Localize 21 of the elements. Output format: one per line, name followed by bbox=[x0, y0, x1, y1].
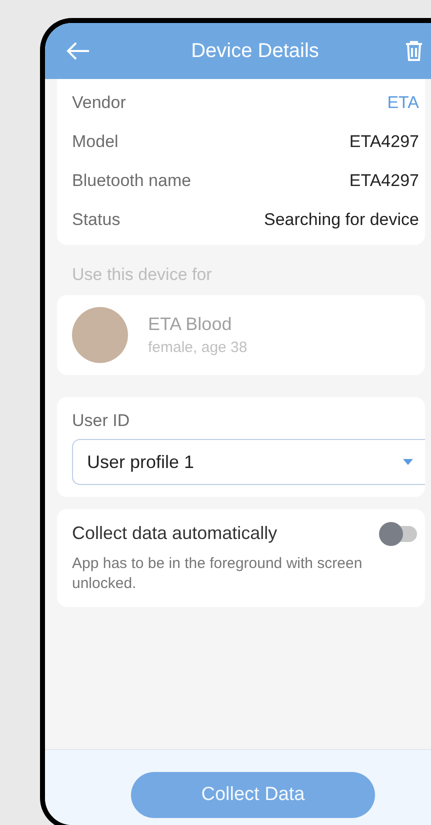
detail-value: Searching for device bbox=[264, 210, 419, 230]
detail-label: Bluetooth name bbox=[72, 170, 192, 190]
profile-details: female, age 38 bbox=[148, 339, 248, 356]
detail-label: Model bbox=[72, 132, 118, 152]
back-arrow-icon[interactable] bbox=[65, 41, 91, 61]
section-label: Use this device for bbox=[72, 265, 213, 285]
dropdown-caret-icon bbox=[403, 459, 413, 465]
setting-title: Collect data automatically bbox=[72, 523, 278, 544]
detail-value: ETA4297 bbox=[349, 132, 419, 152]
detail-value: ETA4297 bbox=[349, 170, 419, 190]
profile-name: ETA Blood bbox=[148, 314, 233, 335]
field-label: User ID bbox=[72, 411, 131, 431]
user-id-dropdown[interactable]: User profile 1 bbox=[72, 439, 425, 485]
screen-title: Device Details bbox=[190, 40, 320, 62]
detail-label: Vendor bbox=[72, 92, 126, 112]
trash-icon[interactable] bbox=[405, 40, 423, 62]
collect-data-button[interactable]: Collect Data bbox=[131, 772, 375, 818]
setting-description: App has to be in the foreground with screen unlocked. bbox=[72, 554, 364, 593]
profile-card[interactable]: ETA Blood female, age 38 bbox=[57, 295, 425, 375]
detail-label: Status bbox=[72, 210, 120, 230]
vendor-link[interactable]: ETA bbox=[387, 92, 419, 112]
